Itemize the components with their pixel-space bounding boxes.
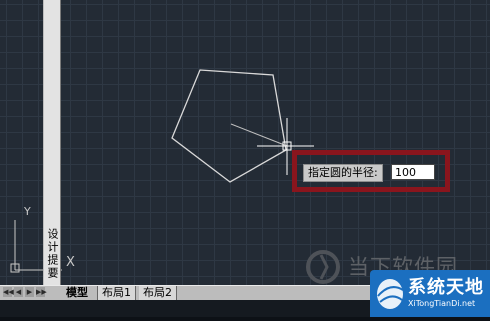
last-tab-button[interactable]: ▶▶	[36, 287, 47, 297]
palette-label: 设计提要	[46, 228, 59, 280]
radius-rubberband-line	[230, 123, 288, 147]
dynamic-input-prompt: 指定圆的半径:	[303, 164, 383, 182]
next-tab-button[interactable]: ▶	[25, 287, 34, 297]
tool-palette-strip[interactable]: 设计提要	[43, 0, 61, 300]
first-tab-button[interactable]: ◀◀	[3, 287, 14, 297]
pentagon-shape[interactable]	[171, 69, 287, 183]
radius-input[interactable]: 100	[391, 164, 435, 180]
globe-icon	[377, 279, 404, 309]
tab-layout2[interactable]: 布局2	[139, 286, 177, 300]
ucs-x-label: X	[66, 255, 75, 270]
prev-tab-button[interactable]: ◀	[14, 287, 23, 297]
tab-layout1[interactable]: 布局1	[97, 286, 136, 300]
logo-url: XiTongTianDi.net	[408, 299, 476, 308]
logo-name: 系统天地	[408, 277, 484, 298]
ucs-y-label: Y	[24, 205, 31, 218]
tab-model[interactable]: 模型	[62, 286, 92, 300]
